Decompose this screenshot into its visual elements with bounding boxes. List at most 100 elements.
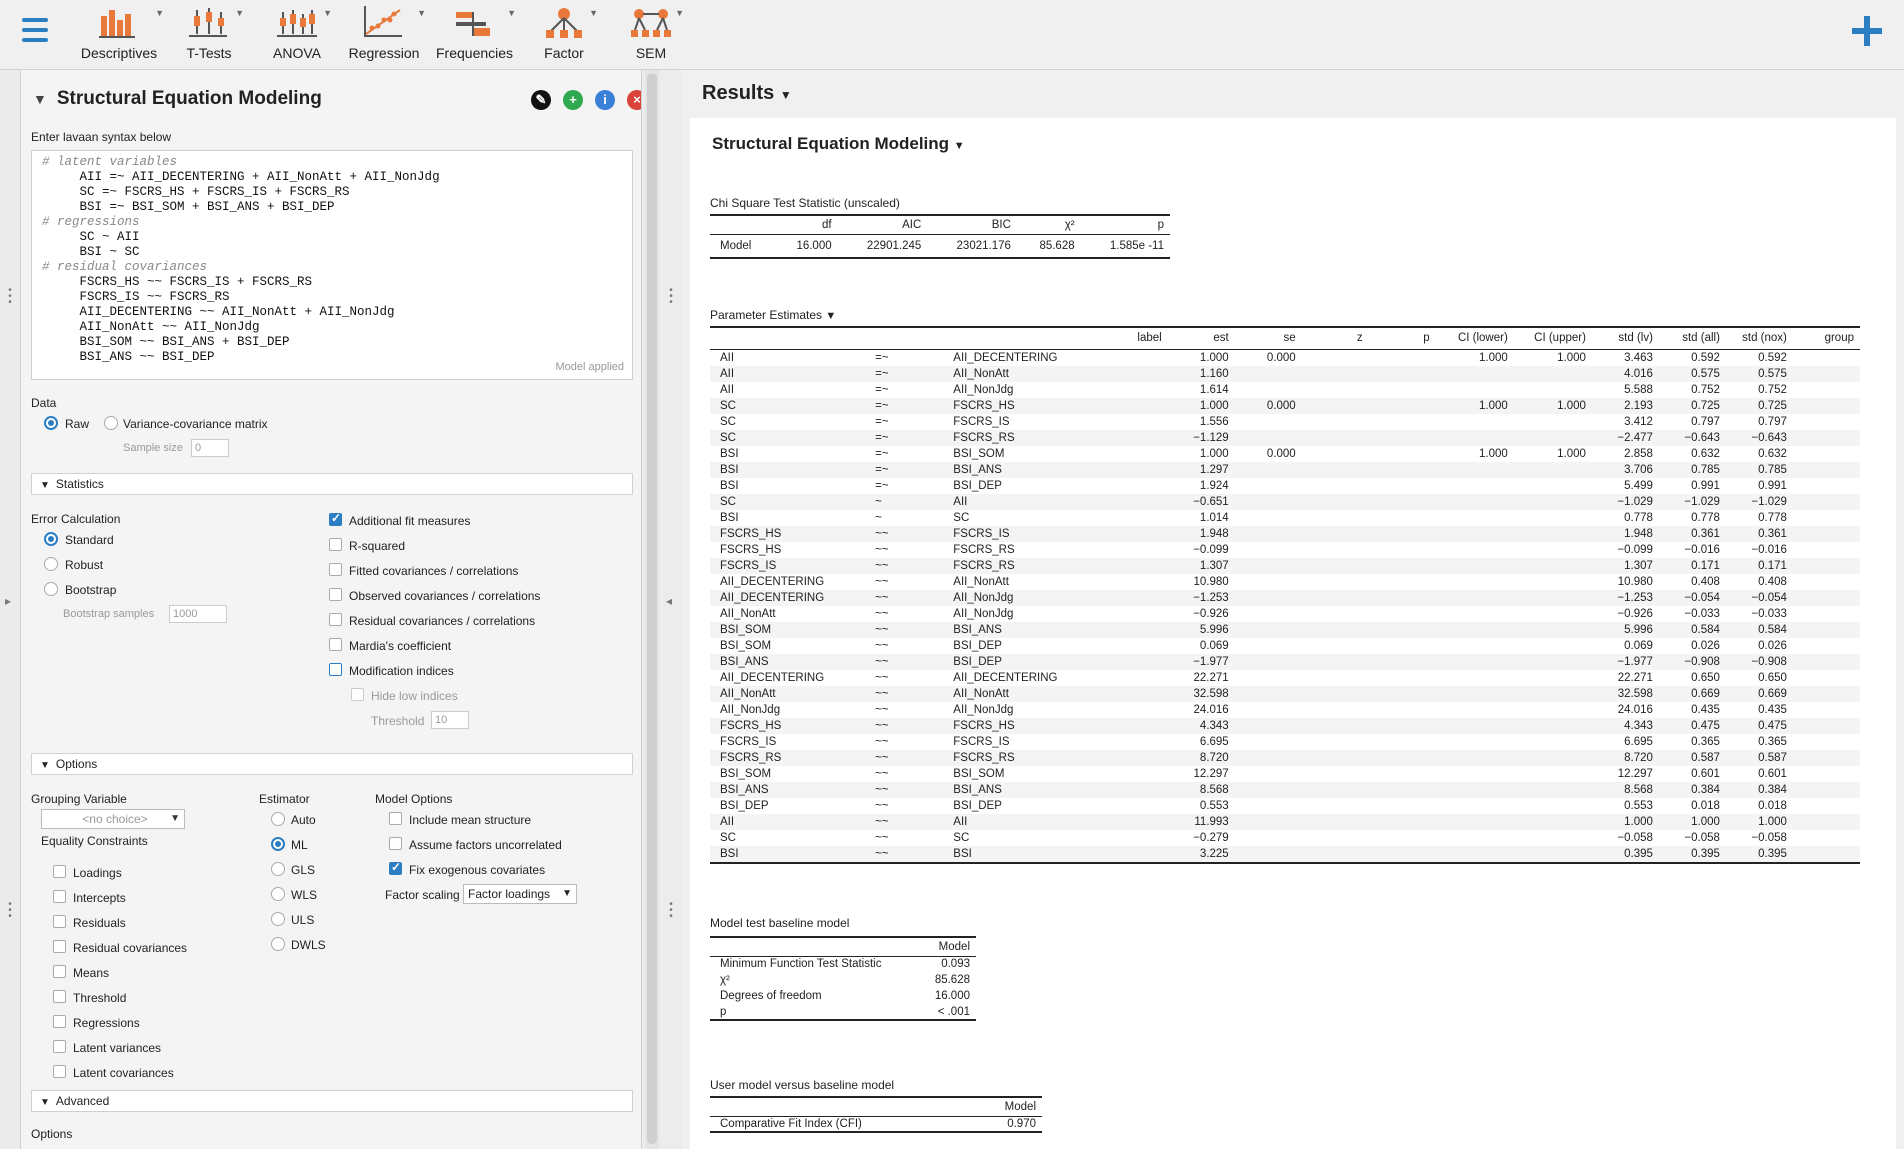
collapse-icon[interactable]: ▼ <box>33 91 47 107</box>
ribbon-descriptives[interactable]: ▼ Descriptives <box>78 2 164 66</box>
table-cell: FSCRS_IS <box>720 735 777 748</box>
chevron-down-icon[interactable]: ▼ <box>825 310 836 322</box>
fitted-cov-checkbox[interactable] <box>329 563 342 576</box>
edit-title-icon[interactable]: ✎ <box>531 90 551 110</box>
factor-scaling-select[interactable]: Factor loadings ▼ <box>463 884 577 904</box>
chevron-down-icon[interactable]: ▼ <box>780 88 792 102</box>
hide-low-checkbox[interactable] <box>351 688 364 701</box>
varcov-radio[interactable] <box>104 416 118 430</box>
mardia-checkbox[interactable] <box>329 638 342 651</box>
table-cell <box>1302 606 1369 622</box>
standard-radio[interactable] <box>44 532 58 546</box>
table-cell: 0.725 <box>1758 399 1787 412</box>
equality-checkbox[interactable] <box>53 915 66 928</box>
equality-checkbox[interactable] <box>53 890 66 903</box>
syntax-line: # latent variables <box>42 155 178 169</box>
analysis-title[interactable]: ▼ Structural Equation Modeling <box>33 88 322 110</box>
syntax-line: BSI ~ SC <box>42 245 140 259</box>
advanced-section[interactable]: ▼ Advanced <box>31 1090 633 1112</box>
estimator-radio[interactable] <box>271 937 285 951</box>
table-cell <box>1090 526 1168 542</box>
chevron-down-icon[interactable]: ▼ <box>954 140 965 152</box>
results-title[interactable]: Results ▼ <box>702 82 792 105</box>
modification-indices-checkbox[interactable] <box>329 663 342 676</box>
equality-checkbox[interactable] <box>53 1015 66 1028</box>
equality-checkbox[interactable] <box>53 865 66 878</box>
r-squared-checkbox[interactable] <box>329 538 342 551</box>
table-cell: −0.058 <box>1684 831 1720 844</box>
estimator-radio[interactable] <box>271 837 285 851</box>
mean-structure-checkbox[interactable] <box>389 812 402 825</box>
factors-uncorrelated-checkbox[interactable] <box>389 837 402 850</box>
scrollbar-thumb[interactable] <box>647 74 657 1144</box>
analysis-scrollbar[interactable] <box>645 70 659 1149</box>
add-module-icon[interactable] <box>1852 16 1882 46</box>
ribbon-t-tests[interactable]: ▼ T-Tests <box>178 2 244 66</box>
ribbon-factor[interactable]: ▼ Factor <box>534 2 598 66</box>
table-cell <box>1302 766 1369 782</box>
table-cell <box>1514 798 1592 814</box>
table-header: p <box>1423 332 1430 345</box>
table-cell <box>1369 382 1436 398</box>
table-cell: 0.384 <box>1691 783 1720 796</box>
sample-size-input[interactable]: 0 <box>191 439 229 457</box>
table-header: est <box>1213 332 1229 345</box>
sem-results-title[interactable]: Structural Equation Modeling ▼ <box>712 134 965 154</box>
table-cell: 0.000 <box>1266 351 1296 364</box>
table-cell <box>1235 750 1302 766</box>
table-cell: 0.587 <box>1691 751 1720 764</box>
estimator-radio[interactable] <box>271 912 285 926</box>
equality-checkbox[interactable] <box>53 965 66 978</box>
ribbon-sem[interactable]: ▼ SEM <box>622 2 684 66</box>
table-cell: BSI <box>720 447 739 460</box>
r-squared-label: R-squared <box>349 539 406 553</box>
table-cell: AII <box>720 367 735 380</box>
threshold-input[interactable]: 10 <box>431 711 469 729</box>
equality-checkbox[interactable] <box>53 940 66 953</box>
additional-fit-checkbox[interactable] <box>329 511 342 526</box>
equality-checkbox[interactable] <box>53 990 66 1003</box>
table-cell: 0.171 <box>1691 559 1720 572</box>
table-cell <box>1436 542 1514 558</box>
table-cell <box>1514 782 1592 798</box>
estimator-radio[interactable] <box>271 887 285 901</box>
duplicate-analysis-icon[interactable]: + <box>563 90 583 110</box>
table-cell: 1.000 <box>1199 351 1229 364</box>
bootstrap-samples-input[interactable]: 1000 <box>169 605 227 623</box>
table-cell <box>1302 414 1369 430</box>
table-cell: 0.435 <box>1691 703 1720 716</box>
bootstrap-radio[interactable] <box>44 582 58 596</box>
table-cell <box>1793 638 1860 654</box>
raw-radio[interactable] <box>44 416 58 430</box>
info-icon[interactable]: i <box>595 90 615 110</box>
table-cell: BSI_ANS <box>953 463 1002 476</box>
parameter-estimates-caption[interactable]: Parameter Estimates ▼ <box>710 308 836 322</box>
table-cell: 0.725 <box>1691 399 1720 412</box>
table-cell <box>1090 622 1168 638</box>
table-cell <box>1436 462 1514 478</box>
estimator-radio[interactable] <box>271 812 285 826</box>
equality-checkbox[interactable] <box>53 1065 66 1078</box>
ribbon-regression[interactable]: ▼ Regression <box>346 2 426 66</box>
table-cell <box>1436 766 1514 782</box>
close-analysis-icon[interactable]: × <box>627 90 641 110</box>
estimator-radio[interactable] <box>271 862 285 876</box>
ribbon-anova[interactable]: ▼ ANOVA <box>266 2 332 66</box>
table-cell: =~ <box>875 351 889 364</box>
observed-cov-checkbox[interactable] <box>329 588 342 601</box>
data-panel-strip[interactable]: • • • ▸ • • • <box>0 70 20 1149</box>
lavaan-syntax-editor[interactable]: # latent variables AII =~ AII_DECENTERIN… <box>31 150 633 380</box>
robust-radio[interactable] <box>44 557 58 571</box>
residual-cov-checkbox[interactable] <box>329 613 342 626</box>
table-cell: Model <box>720 239 752 252</box>
menu-icon[interactable] <box>22 18 48 46</box>
ribbon-frequencies[interactable]: ▼ Frequencies <box>436 2 516 66</box>
table-cell <box>1090 382 1168 398</box>
statistics-section[interactable]: ▼ Statistics <box>31 473 633 495</box>
fix-exogenous-checkbox[interactable] <box>389 860 402 875</box>
grouping-var-select[interactable]: <no choice> ▼ <box>41 809 185 829</box>
options-section[interactable]: ▼ Options <box>31 753 633 775</box>
table-cell: AII_NonJdg <box>953 703 1014 716</box>
table-cell <box>1235 542 1302 558</box>
equality-checkbox[interactable] <box>53 1040 66 1053</box>
